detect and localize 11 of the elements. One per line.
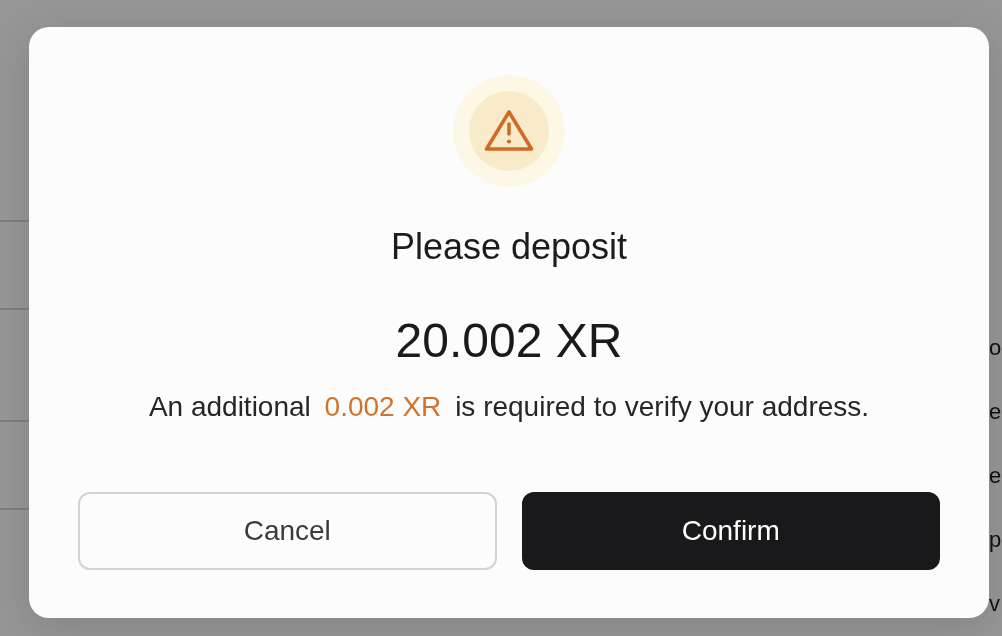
confirm-button[interactable]: Confirm	[521, 492, 940, 570]
background-text: p	[989, 526, 1002, 554]
deposit-amount: 20.002 XR	[395, 313, 623, 369]
dialog-title: Please deposit	[390, 225, 628, 269]
warning-icon	[453, 75, 565, 187]
background-text: e	[989, 462, 1002, 490]
cancel-button[interactable]: Cancel	[78, 492, 497, 570]
background-text: o	[989, 334, 1002, 362]
background-text: e	[989, 398, 1002, 426]
background-text: v	[989, 590, 1001, 618]
verify-message: An additional 0.002 XR is required to verify your address.	[148, 390, 870, 424]
